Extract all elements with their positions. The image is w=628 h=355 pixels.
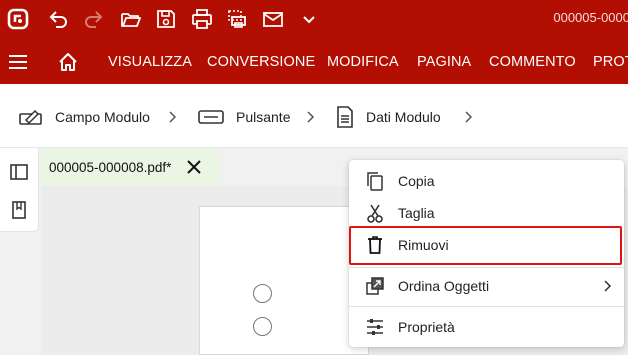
menu-separator bbox=[349, 267, 624, 268]
menu-separator bbox=[349, 306, 624, 307]
form-data-icon bbox=[337, 106, 353, 128]
print-icon[interactable] bbox=[189, 6, 215, 32]
menu-bar: VISUALIZZA CONVERSIONE MODIFICA PAGINA C… bbox=[0, 39, 628, 84]
scissors-icon bbox=[365, 203, 385, 223]
breadcrumb-dati-modulo[interactable]: Dati Modulo bbox=[336, 106, 441, 128]
form-field-icon bbox=[19, 109, 42, 125]
close-icon[interactable] bbox=[185, 158, 203, 176]
left-panel bbox=[0, 148, 39, 232]
breadcrumb-pulsante[interactable]: Pulsante bbox=[198, 106, 290, 128]
radio-button[interactable] bbox=[253, 317, 272, 336]
hamburger-icon[interactable] bbox=[8, 52, 28, 72]
tab-label: 000005-000008.pdf* bbox=[49, 160, 172, 175]
email-icon[interactable] bbox=[260, 6, 286, 32]
menu-item-proprieta[interactable]: Proprietà bbox=[349, 311, 624, 343]
menu-pagina[interactable]: PAGINA bbox=[417, 54, 471, 70]
menu-modifica[interactable]: MODIFICA bbox=[327, 54, 399, 70]
breadcrumb: Campo Modulo Pulsante Dati Modulo bbox=[0, 84, 628, 148]
chevron-right-icon bbox=[463, 110, 473, 124]
chevron-right-icon bbox=[305, 110, 315, 124]
highlight-box bbox=[349, 226, 622, 265]
title-bar: 000005-0000 bbox=[0, 0, 628, 39]
radio-button[interactable] bbox=[253, 284, 272, 303]
bookmark-icon[interactable] bbox=[9, 200, 29, 220]
sidebar-toggle-icon[interactable] bbox=[9, 162, 29, 182]
document-tab[interactable]: 000005-000008.pdf* bbox=[41, 148, 219, 186]
menu-item-copia[interactable]: Copia bbox=[349, 165, 624, 197]
pdf-page bbox=[199, 206, 369, 355]
arrange-icon bbox=[365, 276, 385, 296]
copy-icon bbox=[365, 171, 385, 191]
redo-icon[interactable] bbox=[81, 6, 107, 32]
menu-protezione[interactable]: PROT bbox=[593, 54, 628, 70]
undo-icon[interactable] bbox=[45, 6, 71, 32]
breadcrumb-label: Pulsante bbox=[236, 109, 291, 125]
menu-item-label: Copia bbox=[398, 173, 435, 189]
app-logo-icon[interactable] bbox=[5, 6, 31, 32]
menu-item-label: Taglia bbox=[398, 205, 435, 221]
open-folder-icon[interactable] bbox=[118, 6, 144, 32]
menu-visualizza[interactable]: VISUALIZZA bbox=[108, 54, 192, 70]
menu-item-label: Ordina Oggetti bbox=[398, 278, 490, 294]
breadcrumb-label: Campo Modulo bbox=[55, 109, 150, 125]
save-icon[interactable] bbox=[153, 6, 179, 32]
home-icon[interactable] bbox=[57, 51, 79, 73]
chevron-down-icon[interactable] bbox=[296, 6, 322, 32]
properties-icon bbox=[365, 317, 385, 337]
menu-item-ordina-oggetti[interactable]: Ordina Oggetti bbox=[349, 270, 624, 302]
breadcrumb-label: Dati Modulo bbox=[366, 109, 441, 125]
breadcrumb-campo-modulo[interactable]: Campo Modulo bbox=[19, 106, 150, 128]
scan-icon[interactable] bbox=[224, 6, 250, 32]
document-title: 000005-0000 bbox=[553, 10, 628, 25]
button-icon bbox=[198, 110, 224, 124]
menu-item-label: Proprietà bbox=[398, 319, 455, 335]
menu-commento[interactable]: COMMENTO bbox=[489, 54, 576, 70]
menu-item-taglia[interactable]: Taglia bbox=[349, 197, 624, 229]
menu-conversione[interactable]: CONVERSIONE bbox=[207, 54, 315, 70]
chevron-right-icon bbox=[167, 110, 177, 124]
chevron-right-icon bbox=[604, 280, 612, 292]
